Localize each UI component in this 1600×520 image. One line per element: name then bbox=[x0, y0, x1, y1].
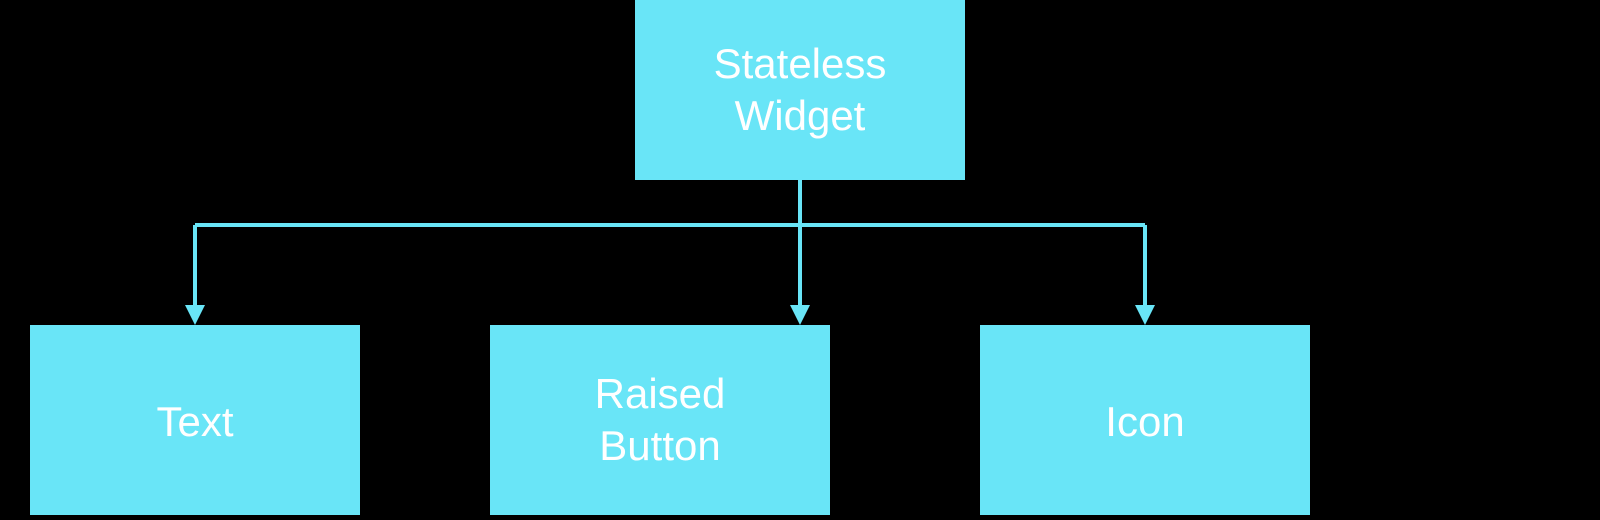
diagram-stage: Stateless Widget Text Raised Button bbox=[0, 0, 1600, 520]
arrowhead-left-icon bbox=[185, 305, 205, 325]
node-child-text-label-line1: Text bbox=[156, 393, 233, 445]
node-child-raised-button: Raised Button bbox=[490, 325, 830, 515]
node-child-text-label: Text bbox=[156, 391, 233, 449]
node-child-text: Text bbox=[30, 325, 360, 515]
node-child-raised-button-label-line2: Button bbox=[599, 422, 720, 469]
node-root-label-line2: Widget bbox=[735, 92, 866, 139]
arrowhead-right-icon bbox=[1135, 305, 1155, 325]
node-root-label: Stateless Widget bbox=[714, 38, 887, 143]
node-child-icon-label-line1: Icon bbox=[1105, 393, 1184, 445]
node-child-raised-button-label: Raised Button bbox=[595, 368, 726, 473]
node-root-label-line1: Stateless bbox=[714, 40, 887, 87]
node-child-icon-label: Icon bbox=[1105, 391, 1184, 449]
node-child-icon: Icon bbox=[980, 325, 1310, 515]
arrowhead-center-icon bbox=[790, 305, 810, 325]
node-root: Stateless Widget bbox=[635, 0, 965, 180]
node-child-raised-button-label-line1: Raised bbox=[595, 370, 726, 417]
